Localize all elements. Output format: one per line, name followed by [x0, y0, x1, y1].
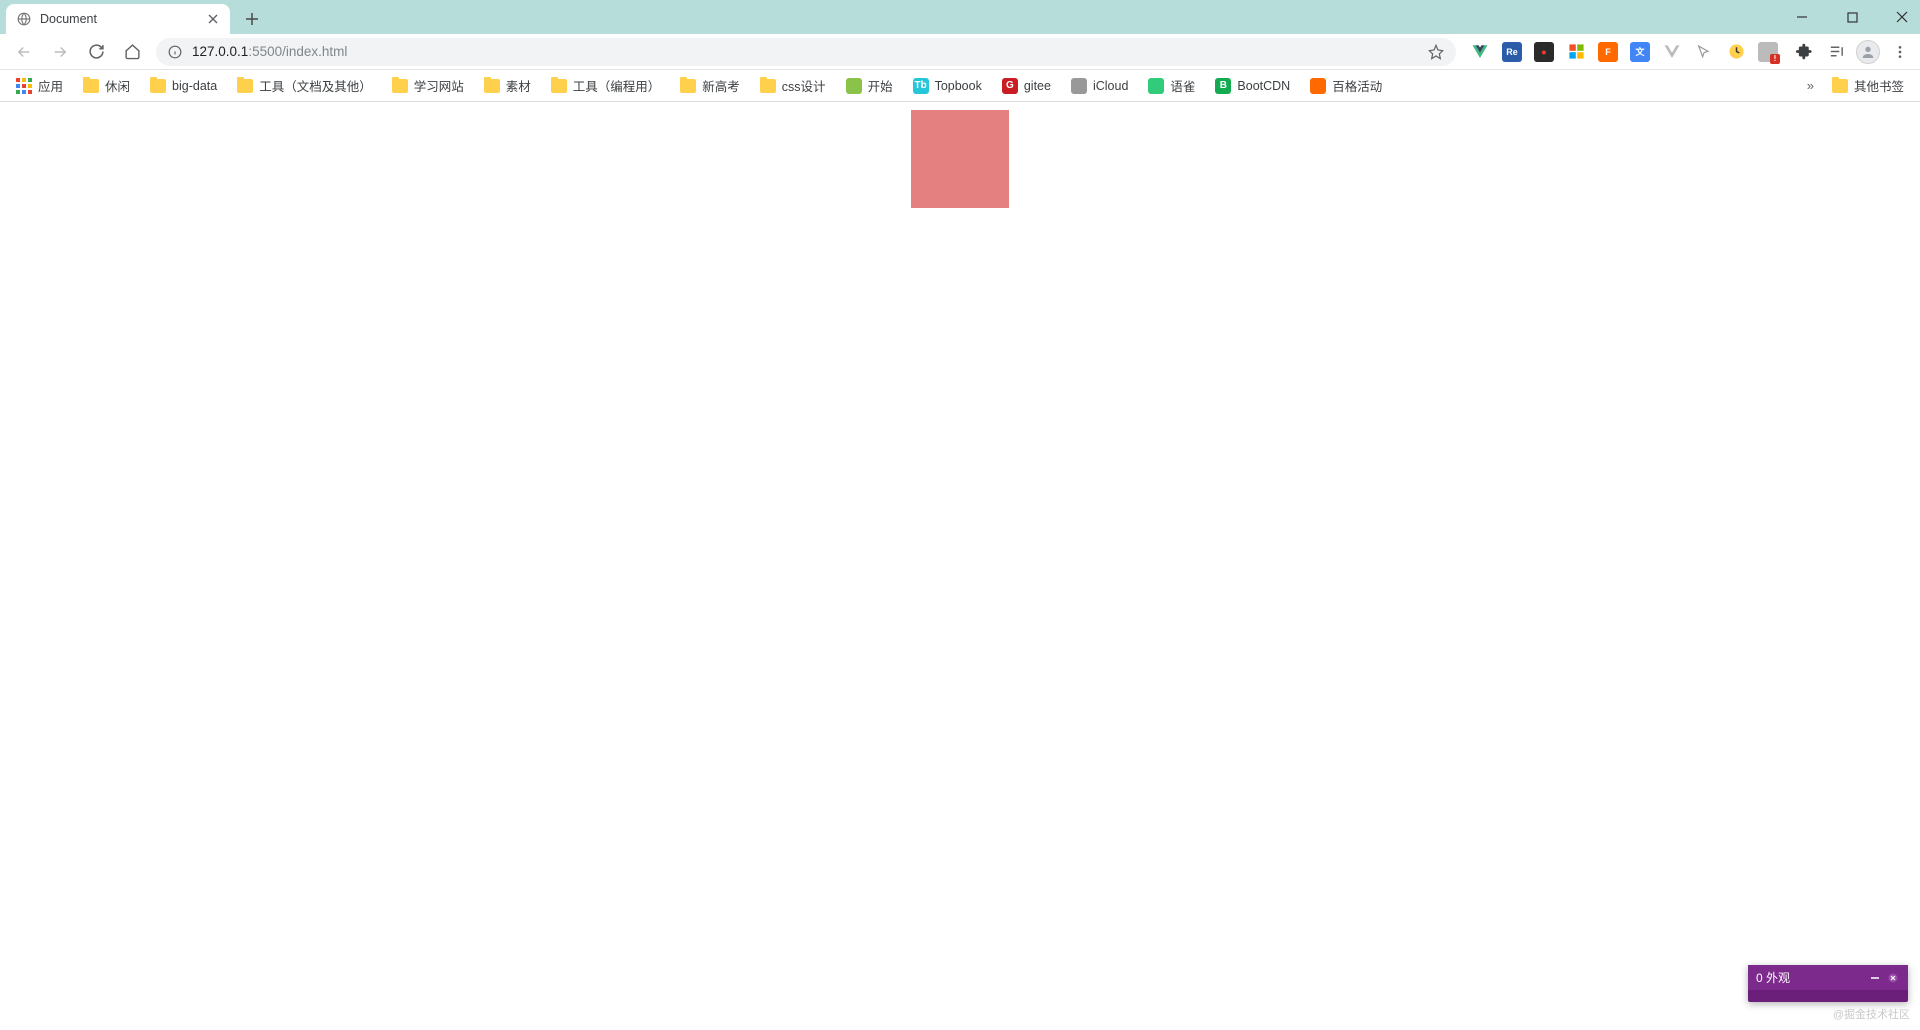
window-controls — [1772, 0, 1920, 34]
site-favicon — [1148, 78, 1164, 94]
forward-button[interactable] — [48, 40, 72, 64]
maximize-button[interactable] — [1838, 3, 1866, 31]
bookmark-label: 新高考 — [702, 76, 740, 95]
site-favicon: G — [1002, 78, 1018, 94]
titlebar: Document — [0, 0, 1920, 34]
site-favicon: B — [1215, 78, 1231, 94]
extensions-button[interactable] — [1792, 40, 1816, 64]
bookmarks-overflow-button[interactable]: » — [1801, 78, 1820, 93]
foxit-ext-icon[interactable]: F — [1598, 42, 1618, 62]
badge-ext-icon[interactable]: ! — [1758, 42, 1778, 62]
cursor-ext-icon[interactable] — [1694, 42, 1714, 62]
bookmark-label: 工具（编程用） — [573, 76, 661, 95]
folder-icon — [484, 79, 500, 93]
page-viewport: 0 外观 @掘金技术社区 — [0, 102, 1920, 1030]
site-info-icon[interactable] — [168, 45, 182, 59]
new-tab-button[interactable] — [238, 5, 266, 33]
bookmark-label: big-data — [172, 79, 217, 93]
apps-button[interactable]: 应用 — [8, 72, 71, 99]
bookmark-item[interactable]: 新高考 — [672, 72, 748, 99]
address-bar[interactable]: 127.0.0.1:5500/index.html — [156, 38, 1456, 66]
window-close-button[interactable] — [1888, 3, 1916, 31]
clock-ext-icon[interactable] — [1726, 42, 1746, 62]
browser-tab[interactable]: Document — [6, 4, 230, 34]
url-text: 127.0.0.1:5500/index.html — [192, 44, 1418, 59]
bookmark-item[interactable]: css设计 — [752, 72, 834, 99]
home-button[interactable] — [120, 40, 144, 64]
minimize-icon[interactable] — [1868, 971, 1882, 985]
ms-ext-icon[interactable] — [1566, 42, 1586, 62]
bookmark-label: 工具（文档及其他） — [259, 76, 372, 95]
vue-gray-ext-icon[interactable] — [1662, 42, 1682, 62]
site-favicon — [846, 78, 862, 94]
bookmark-label: 语雀 — [1170, 76, 1195, 95]
bookmark-item[interactable]: 素材 — [476, 72, 539, 99]
bookmark-label: BootCDN — [1237, 79, 1290, 93]
folder-icon — [392, 79, 408, 93]
reading-list-button[interactable] — [1824, 40, 1848, 64]
bookmark-item[interactable]: 工具（编程用） — [543, 72, 669, 99]
watermark: @掘金技术社区 — [1833, 1006, 1910, 1022]
folder-icon — [551, 79, 567, 93]
bookmark-item[interactable]: Ggitee — [994, 74, 1059, 98]
folder-icon — [760, 79, 776, 93]
bookmark-item[interactable]: 学习网站 — [384, 72, 472, 99]
back-button[interactable] — [12, 40, 36, 64]
bookmark-label: 百格活动 — [1332, 76, 1382, 95]
bookmark-item[interactable]: B BootCDN — [1207, 74, 1298, 98]
profile-avatar[interactable] — [1856, 40, 1880, 64]
folder-icon — [237, 79, 253, 93]
translate-ext-icon[interactable]: 文 — [1630, 42, 1650, 62]
bookmark-item[interactable]: 百格活动 — [1302, 72, 1390, 99]
bookmark-label: 休闲 — [105, 76, 130, 95]
site-favicon: Tb — [913, 78, 929, 94]
reload-button[interactable] — [84, 40, 108, 64]
folder-icon — [150, 79, 166, 93]
tab-strip: Document — [0, 0, 1772, 34]
toolbar: 127.0.0.1:5500/index.html Re ● F文! — [0, 34, 1920, 70]
bookmark-item[interactable]: 工具（文档及其他） — [229, 72, 380, 99]
tab-title: Document — [40, 12, 198, 26]
bookmark-label: gitee — [1024, 79, 1051, 93]
bookmark-item[interactable]: 开始 — [838, 72, 901, 99]
record-ext-icon[interactable]: ● — [1534, 42, 1554, 62]
bookmark-label: 素材 — [506, 76, 531, 95]
devtools-panel[interactable]: 0 外观 — [1748, 965, 1908, 1002]
folder-icon — [83, 79, 99, 93]
folder-icon — [680, 79, 696, 93]
nav-buttons — [8, 40, 148, 64]
bookmark-item[interactable]: Tb Topbook — [905, 74, 990, 98]
other-bookmarks-button[interactable]: 其他书签 — [1824, 72, 1912, 99]
globe-icon — [16, 11, 32, 27]
close-icon[interactable] — [206, 12, 220, 26]
devtools-panel-header[interactable]: 0 外观 — [1748, 965, 1908, 990]
apps-label: 应用 — [38, 76, 63, 95]
bookmark-item[interactable]: iCloud — [1063, 74, 1136, 98]
vue-ext-icon[interactable] — [1470, 42, 1490, 62]
devtools-panel-title: 0 外观 — [1756, 969, 1864, 986]
extension-icons: Re ● F文! — [1464, 42, 1784, 62]
demo-box — [911, 110, 1009, 208]
bookmark-label: iCloud — [1093, 79, 1128, 93]
bookmark-label: Topbook — [935, 79, 982, 93]
bookmarks-bar: 应用 休闲 big-data 工具（文档及其他） 学习网站 素材 工具（编程用） 新高考 cs… — [0, 70, 1920, 102]
folder-icon — [1832, 79, 1848, 93]
bookmark-item[interactable]: 语雀 — [1140, 72, 1203, 99]
bookmark-label: css设计 — [782, 76, 826, 95]
star-icon[interactable] — [1428, 44, 1444, 60]
site-favicon — [1071, 78, 1087, 94]
bookmark-label: 学习网站 — [414, 76, 464, 95]
bookmark-item[interactable]: big-data — [142, 75, 225, 97]
site-favicon — [1310, 78, 1326, 94]
other-bookmarks-label: 其他书签 — [1854, 76, 1904, 95]
close-icon[interactable] — [1886, 971, 1900, 985]
bookmark-items: 休闲 big-data 工具（文档及其他） 学习网站 素材 工具（编程用） 新高考 css设计… — [75, 72, 1390, 99]
minimize-button[interactable] — [1788, 3, 1816, 31]
bookmark-item[interactable]: 休闲 — [75, 72, 138, 99]
chrome-menu-button[interactable] — [1888, 40, 1912, 64]
react-ext-icon[interactable]: Re — [1502, 42, 1522, 62]
apps-icon — [16, 78, 32, 94]
devtools-panel-body — [1748, 990, 1908, 1002]
bookmark-label: 开始 — [868, 76, 893, 95]
